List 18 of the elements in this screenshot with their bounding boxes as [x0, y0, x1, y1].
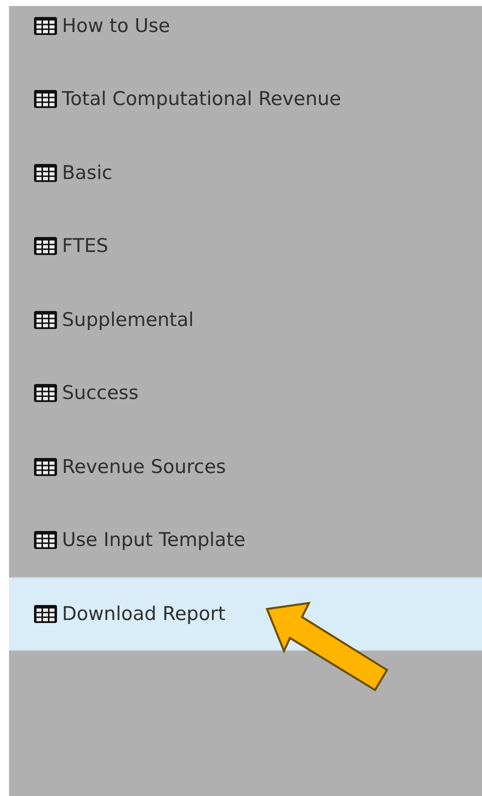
- table-icon: [34, 237, 57, 256]
- sidebar-item[interactable]: Supplemental: [9, 283, 482, 356]
- table-icon: [34, 90, 57, 108]
- sidebar-item[interactable]: How to Use: [9, 6, 482, 62]
- sidebar-item[interactable]: Success: [9, 356, 482, 430]
- sidebar-item[interactable]: Basic: [9, 136, 482, 210]
- sidebar-item[interactable]: Revenue Sources: [9, 430, 482, 504]
- table-icon: [34, 164, 57, 182]
- table-icon: [34, 531, 57, 550]
- table-icon: [34, 604, 57, 623]
- sidebar-item[interactable]: Total Computational Revenue: [9, 62, 482, 136]
- table-icon: [34, 384, 57, 402]
- sidebar-item[interactable]: Use Input Template: [9, 504, 482, 577]
- sidebar-item[interactable]: FTES: [9, 210, 482, 283]
- sidebar-item[interactable]: Download Report: [9, 577, 482, 650]
- table-icon: [34, 458, 57, 476]
- table-icon: [34, 310, 57, 329]
- table-icon: [34, 16, 57, 35]
